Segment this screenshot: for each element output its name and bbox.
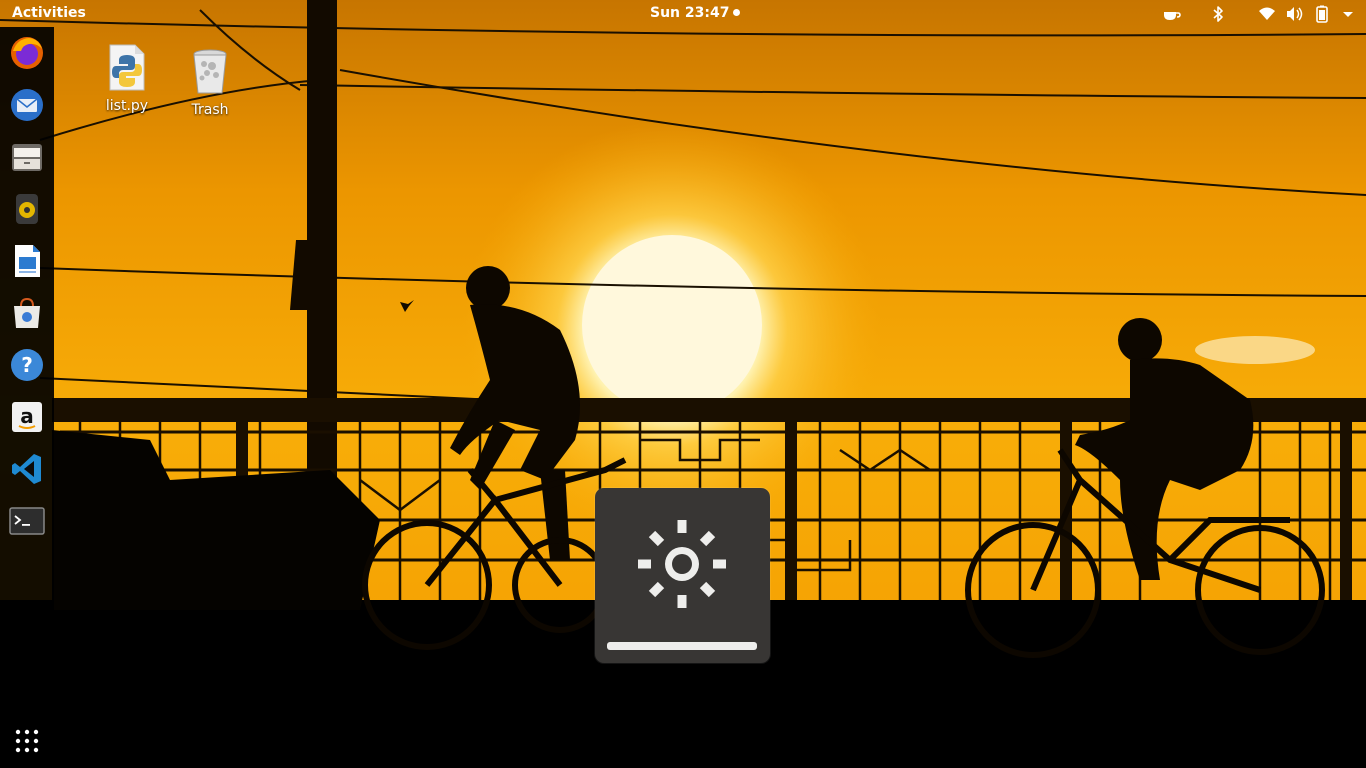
terminal-icon xyxy=(9,507,45,535)
svg-text:?: ? xyxy=(21,353,33,377)
clock-text: Sun 23:47 xyxy=(650,5,730,21)
desktop-file-list-py[interactable]: list.py xyxy=(87,44,167,114)
dock-item-files[interactable] xyxy=(5,135,49,179)
dock: ? a xyxy=(0,27,54,768)
battery-icon[interactable] xyxy=(1312,4,1332,24)
dock-item-thunderbird[interactable] xyxy=(5,83,49,127)
trash-icon xyxy=(193,49,227,94)
wifi-icon[interactable] xyxy=(1257,4,1277,24)
dock-item-libreoffice-writer[interactable] xyxy=(5,239,49,283)
software-bag-icon xyxy=(14,297,40,328)
brightness-level-fill xyxy=(607,642,757,650)
speaker-icon xyxy=(16,194,38,224)
top-bar: Activities Sun 23:47 xyxy=(0,0,1366,27)
coffee-cup-icon[interactable] xyxy=(1161,4,1181,24)
bluetooth-icon[interactable] xyxy=(1208,4,1228,24)
file-cabinet-icon xyxy=(12,144,42,171)
dock-item-vscode[interactable] xyxy=(5,447,49,491)
document-writer-icon xyxy=(15,245,40,277)
brightness-level-bar xyxy=(607,642,757,650)
vscode-icon xyxy=(12,454,41,484)
clock-button[interactable]: Sun 23:47 xyxy=(650,5,741,21)
dock-item-help[interactable]: ? xyxy=(5,343,49,387)
firefox-icon xyxy=(11,37,43,69)
dock-item-terminal[interactable] xyxy=(5,499,49,543)
help-question-icon: ? xyxy=(11,349,43,381)
system-menu-arrow-icon[interactable] xyxy=(1338,4,1358,24)
amazon-icon: a xyxy=(12,402,42,432)
dock-item-amazon[interactable]: a xyxy=(5,395,49,439)
dock-item-firefox[interactable] xyxy=(5,31,49,75)
activities-button[interactable]: Activities xyxy=(12,5,86,21)
desktop-trash[interactable]: Trash xyxy=(170,48,250,118)
dock-item-rhythmbox[interactable] xyxy=(5,187,49,231)
python-file-icon xyxy=(109,44,145,91)
show-applications-button[interactable] xyxy=(5,719,49,763)
app-grid-icon xyxy=(15,729,39,753)
volume-icon[interactable] xyxy=(1284,4,1304,24)
brightness-osd xyxy=(595,488,770,663)
thunderbird-mail-icon xyxy=(11,89,43,121)
desktop-file-label: list.py xyxy=(105,98,149,114)
brightness-sun-icon xyxy=(638,520,726,608)
notification-dot-icon xyxy=(733,8,741,16)
svg-text:a: a xyxy=(20,404,34,428)
trash-label: Trash xyxy=(191,102,229,118)
dock-item-software[interactable] xyxy=(5,291,49,335)
